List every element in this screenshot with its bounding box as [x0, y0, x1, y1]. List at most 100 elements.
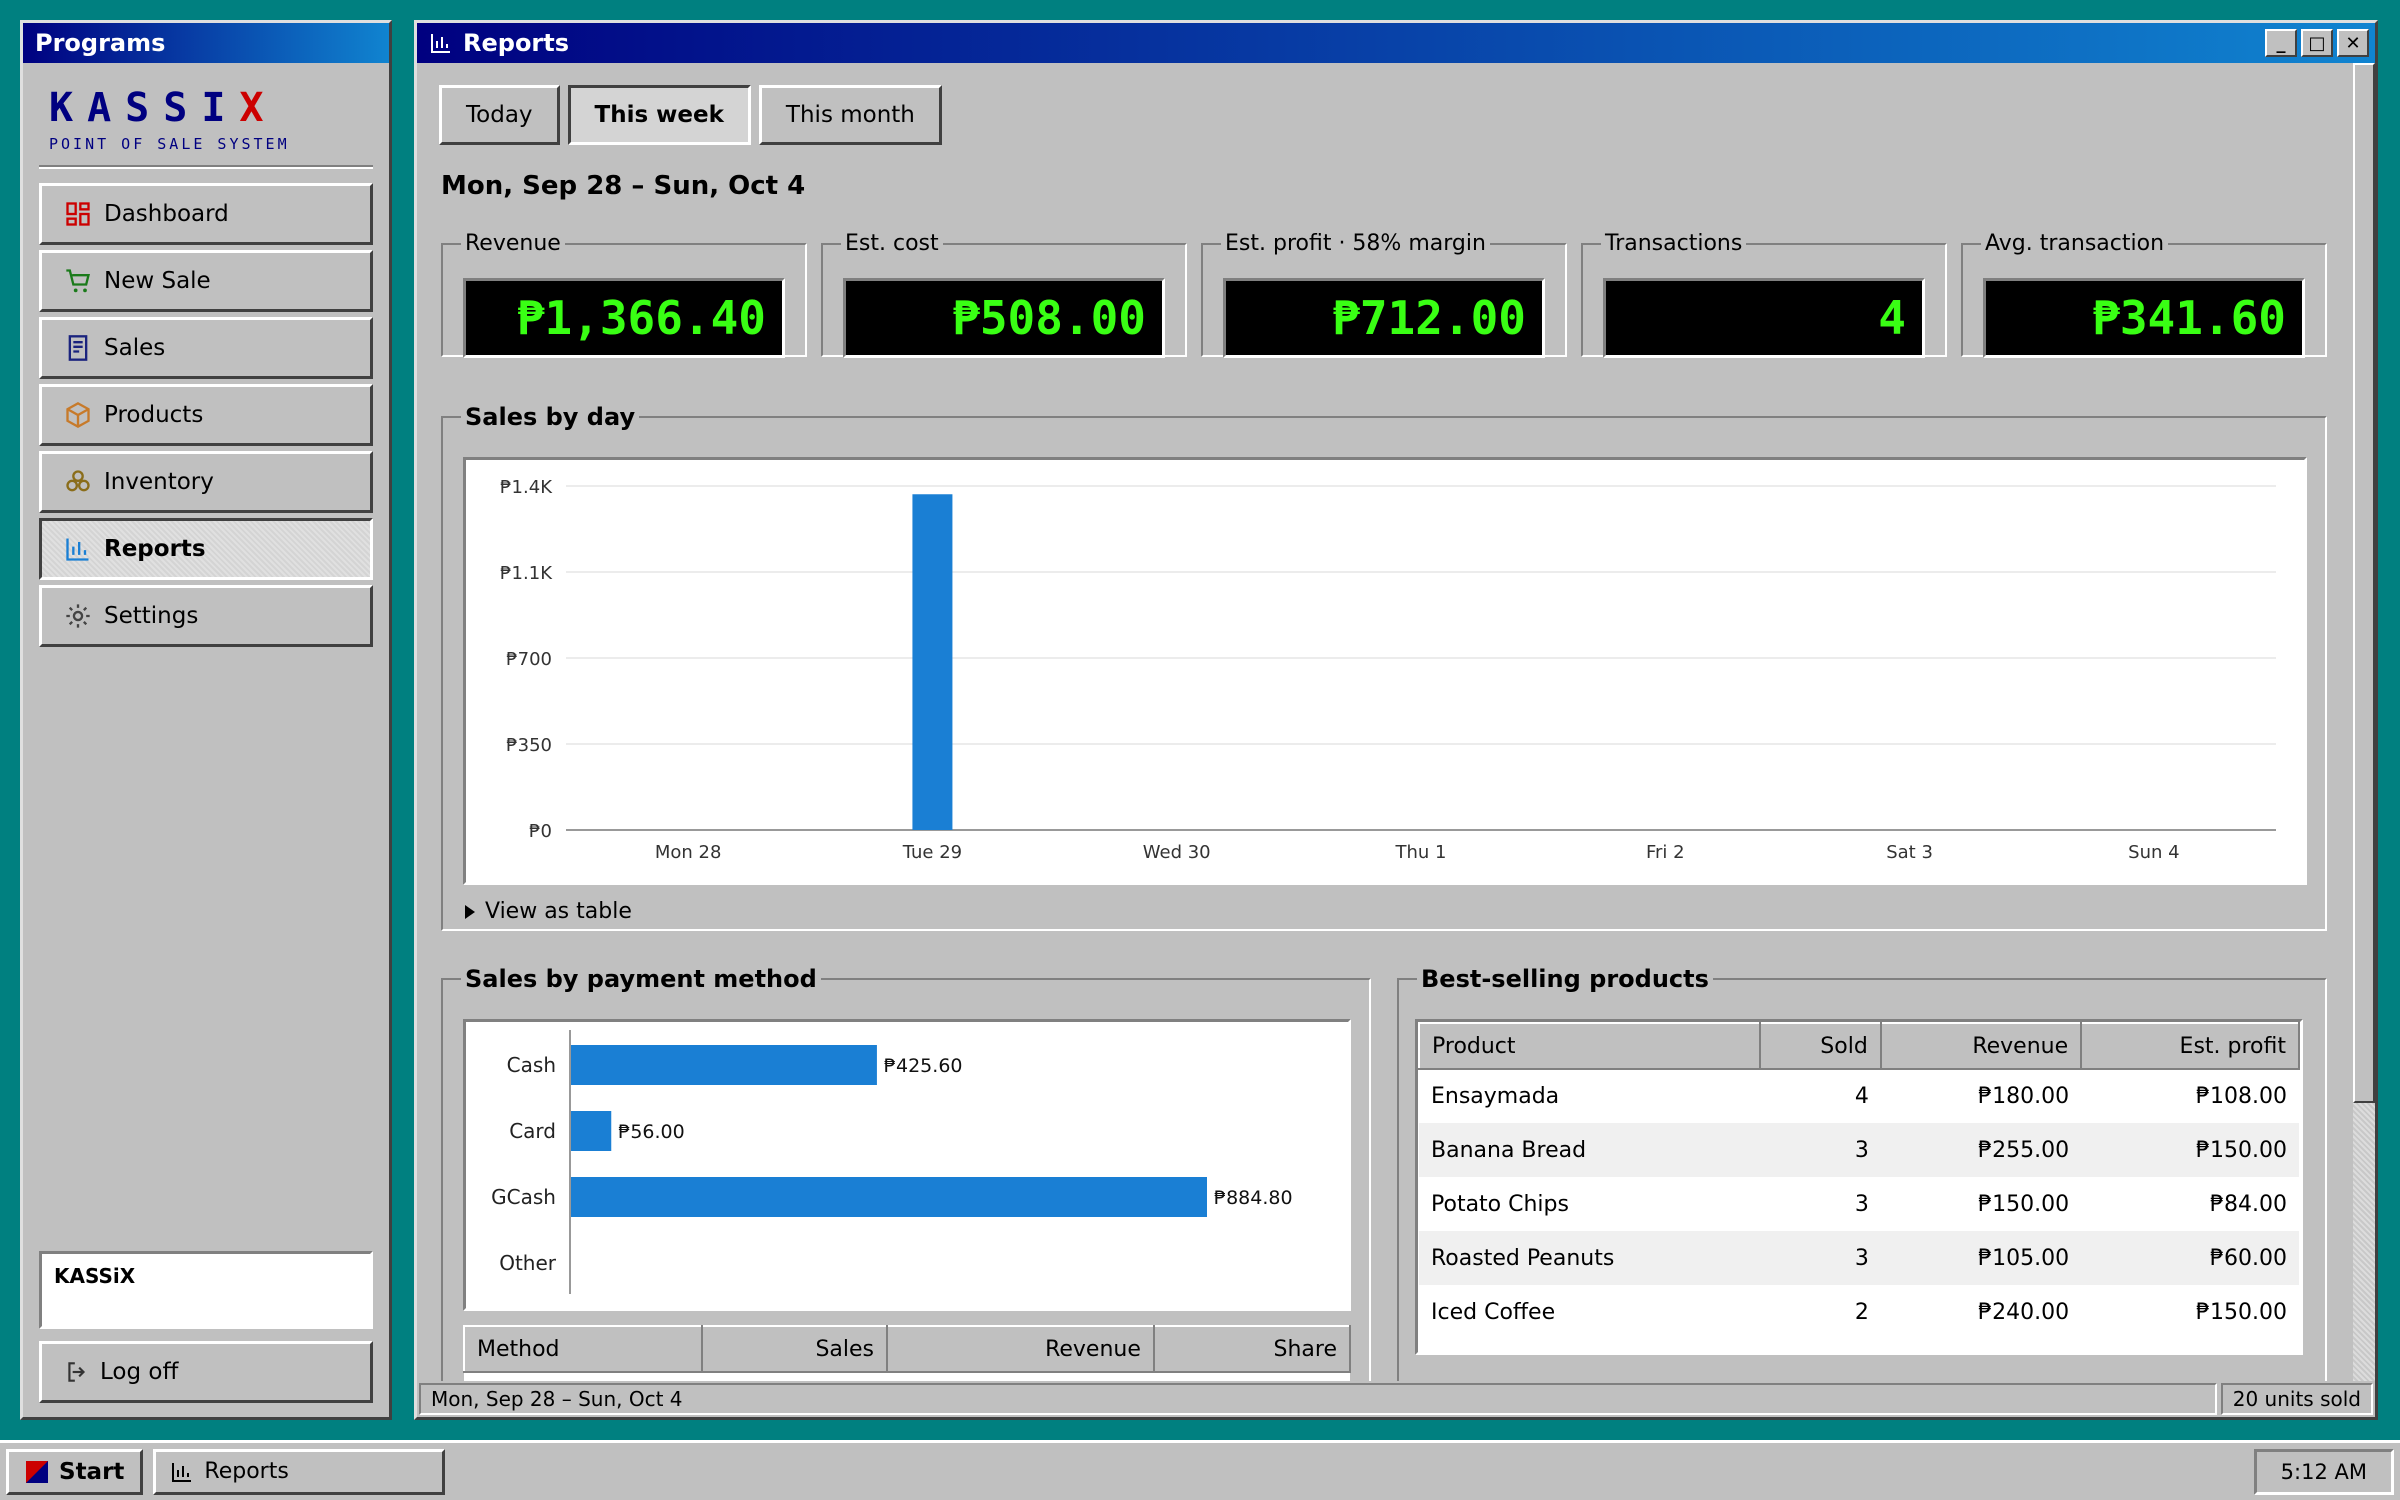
user-name: KASSiX: [54, 1264, 136, 1288]
table-cell: Cash: [464, 1372, 702, 1381]
kpi-card: Est. cost ₱508.00: [821, 231, 1187, 358]
bar[interactable]: [912, 494, 953, 830]
table-cell: ₱150.00: [2081, 1285, 2299, 1339]
sidebar-item-reports[interactable]: Reports: [39, 518, 373, 580]
reports-titlebar: Reports _ □ ✕: [417, 23, 2375, 63]
table-row[interactable]: Ensaymada 4 ₱180.00 ₱108.00: [1419, 1069, 2299, 1123]
column-header[interactable]: Product: [1418, 1022, 1761, 1070]
kpi-value: ₱712.00: [1223, 278, 1545, 358]
gear-icon: [66, 604, 90, 628]
log-off-button[interactable]: Log off: [39, 1341, 373, 1403]
minimize-button[interactable]: _: [2265, 29, 2297, 57]
stack-icon: [66, 470, 90, 492]
bar[interactable]: [571, 1045, 877, 1085]
tab-this-month[interactable]: This month: [758, 85, 942, 145]
sidebar-item-new-sale[interactable]: New Sale: [39, 250, 373, 312]
bar[interactable]: [571, 1177, 1207, 1217]
logo-wordmark: KASSIX: [49, 85, 278, 131]
category-label: GCash: [491, 1185, 556, 1209]
start-button[interactable]: Start: [6, 1448, 144, 1495]
table-row[interactable]: Roasted Peanuts 3 ₱105.00 ₱60.00: [1419, 1231, 2299, 1285]
sidebar-nav: Dashboard New Sale Sales Products Inventory R…: [23, 183, 389, 647]
table-cell: Potato Chips: [1419, 1177, 1760, 1231]
scrollbar-thumb[interactable]: [2353, 63, 2375, 1103]
sales-by-day-chart: ₱0 ₱350 ₱700 ₱1.1K ₱1.4K Mon 28 Tue 29 Wed 30 Th…: [463, 457, 2307, 885]
dashboard-icon: [66, 202, 90, 226]
programs-title: Programs: [35, 29, 166, 57]
close-button[interactable]: ✕: [2337, 29, 2369, 57]
tab-today[interactable]: Today: [439, 85, 560, 145]
sidebar-item-label: Sales: [104, 335, 166, 361]
best-sellers-panel: Best-selling products Product Sold Revenue…: [1397, 965, 2327, 1381]
x-tick-label: Mon 28: [655, 842, 722, 863]
sidebar-item-settings[interactable]: Settings: [39, 585, 373, 647]
sidebar-item-sales[interactable]: Sales: [39, 317, 373, 379]
logo-tagline: POINT OF SALE SYSTEM: [49, 135, 290, 153]
category-label: Card: [509, 1119, 556, 1143]
column-header[interactable]: Share: [1152, 1325, 1351, 1373]
x-tick-label: Sun 4: [2128, 842, 2179, 863]
column-header[interactable]: Est. profit: [2080, 1022, 2300, 1070]
sidebar-item-inventory[interactable]: Inventory: [39, 451, 373, 513]
sales-by-day-panel: Sales by day ₱0 ₱350 ₱700 ₱1.1K ₱1.4K Mon 28 T…: [441, 403, 2327, 931]
taskbar-item-label: Reports: [204, 1459, 289, 1484]
sidebar-item-label: Inventory: [104, 469, 214, 495]
sidebar-item-label: Dashboard: [104, 201, 229, 227]
column-header[interactable]: Method: [463, 1325, 703, 1373]
sidebar-item-products[interactable]: Products: [39, 384, 373, 446]
kpi-card: Est. profit · 58% margin ₱712.00: [1201, 231, 1567, 358]
table-cell: ₱425.60: [887, 1372, 1154, 1381]
table-cell: ₱108.00: [2081, 1069, 2299, 1123]
payment-method-title: Sales by payment method: [465, 965, 817, 993]
payment-method-chart: Cash ₱425.60 Card ₱56.00 GCash ₱884.80 Other: [463, 1019, 1351, 1311]
table-cell: ₱180.00: [1880, 1069, 2082, 1123]
bar[interactable]: [571, 1111, 612, 1151]
table-cell: 3: [1759, 1231, 1881, 1285]
table-row[interactable]: Banana Bread 3 ₱255.00 ₱150.00: [1419, 1123, 2299, 1177]
kpi-card: Avg. transaction ₱341.60: [1961, 231, 2327, 358]
payment-method-svg: Cash ₱425.60 Card ₱56.00 GCash ₱884.80 Other: [491, 1030, 1293, 1294]
table-row[interactable]: Potato Chips 3 ₱150.00 ₱84.00: [1419, 1177, 2299, 1231]
table-cell: ₱255.00: [1880, 1123, 2082, 1177]
kpi-label: Est. profit · 58% margin: [1225, 231, 1486, 256]
x-tick-label: Sat 3: [1886, 842, 1933, 863]
table-cell: 4: [1759, 1069, 1881, 1123]
kpi-value: ₱1,366.40: [463, 278, 785, 358]
table-cell: 31%: [1153, 1372, 1350, 1381]
table-cell: Banana Bread: [1419, 1123, 1760, 1177]
user-box: KASSiX: [39, 1251, 373, 1329]
maximize-button[interactable]: □: [2301, 29, 2333, 57]
x-tick-label: Wed 30: [1143, 842, 1211, 863]
table-cell: ₱150.00: [1880, 1177, 2082, 1231]
table-row[interactable]: Cash2₱425.6031%: [464, 1372, 1350, 1381]
table-cell: ₱60.00: [2081, 1231, 2299, 1285]
kpi-value: 4: [1603, 278, 1925, 358]
y-tick-label: ₱0: [529, 821, 552, 842]
reports-scrollbar[interactable]: [2353, 63, 2375, 1381]
payment-table: MethodSalesRevenueShareCash2₱425.6031%: [463, 1325, 1351, 1381]
taskbar-clock: 5:12 AM: [2253, 1448, 2394, 1495]
table-row[interactable]: Iced Coffee 2 ₱240.00 ₱150.00: [1419, 1285, 2299, 1339]
column-header[interactable]: Sold: [1758, 1022, 1882, 1070]
app-logo: KASSIX POINT OF SALE SYSTEM: [23, 63, 389, 165]
triangle-right-icon: [465, 904, 475, 919]
period-tabs: Today This week This month: [439, 85, 942, 145]
view-as-table-toggle[interactable]: View as table: [463, 899, 632, 924]
column-header[interactable]: Revenue: [1879, 1022, 2083, 1070]
tab-this-week[interactable]: This week: [567, 85, 751, 145]
windows-logo-icon: [26, 1460, 48, 1483]
sales-by-day-title: Sales by day: [465, 403, 636, 431]
sidebar-item-label: Products: [104, 402, 204, 428]
programs-titlebar: Programs: [23, 23, 389, 63]
column-header[interactable]: Revenue: [886, 1325, 1155, 1373]
category-label: Other: [499, 1251, 557, 1275]
view-as-table-label: View as table: [485, 899, 632, 924]
taskbar-item-reports[interactable]: Reports: [153, 1448, 446, 1495]
column-header[interactable]: Sales: [700, 1325, 889, 1373]
log-off-label: Log off: [100, 1359, 179, 1385]
sidebar-item-dashboard[interactable]: Dashboard: [39, 183, 373, 245]
kpi-label: Revenue: [465, 231, 561, 256]
logo-divider: [39, 165, 373, 169]
x-tick-label: Fri 2: [1646, 842, 1685, 863]
reports-window: Reports _ □ ✕ Today This week This month M…: [414, 20, 2378, 1420]
